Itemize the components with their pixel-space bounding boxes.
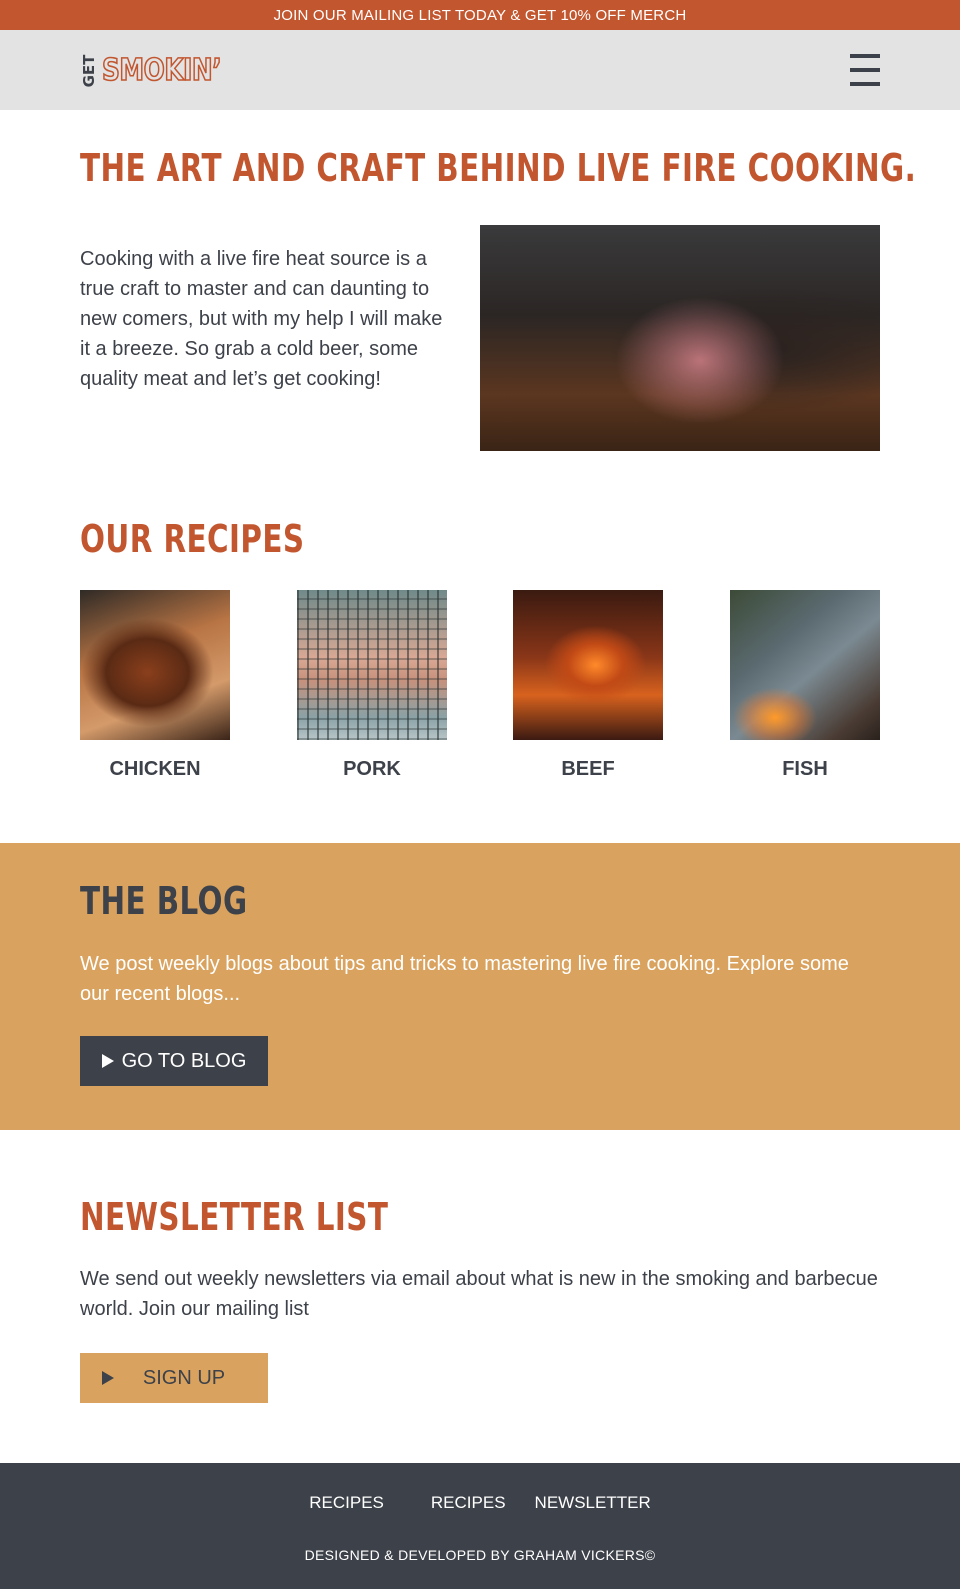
sign-up-button[interactable]: SIGN UP: [80, 1353, 268, 1403]
footer-nav: RECIPES RECIPES NEWSLETTER: [0, 1493, 960, 1513]
fish-image[interactable]: [730, 590, 880, 740]
sign-up-label: SIGN UP: [142, 1366, 226, 1389]
newsletter-description: We send out weekly newsletters via email…: [80, 1268, 878, 1320]
site-logo[interactable]: GET SMOKIN’: [80, 52, 232, 89]
beef-image[interactable]: [513, 590, 663, 740]
newsletter-heading: NEWSLETTER LIST: [80, 1195, 389, 1239]
brisket-hero-image: [480, 225, 880, 451]
play-icon: [102, 1371, 114, 1385]
recipe-label-chicken[interactable]: CHICKEN: [80, 758, 230, 781]
footer-link-recipes[interactable]: RECIPES: [309, 1493, 384, 1513]
go-to-blog-button[interactable]: GO TO BLOG: [80, 1036, 268, 1086]
chicken-image[interactable]: [80, 590, 230, 740]
hamburger-menu-icon[interactable]: [850, 54, 880, 86]
promo-banner[interactable]: JOIN OUR MAILING LIST TODAY & GET 10% OF…: [0, 0, 960, 30]
blog-section: THE BLOG We post weekly blogs about tips…: [0, 843, 960, 1130]
go-to-blog-label: GO TO BLOG: [121, 1049, 247, 1072]
recipes-heading: OUR RECIPES: [80, 517, 305, 561]
recipe-label-pork[interactable]: PORK: [297, 758, 447, 781]
footer-link-recipes-2[interactable]: RECIPES: [431, 1493, 506, 1513]
intro-text: Cooking with a live fire heat source is …: [80, 248, 443, 390]
recipe-card-pork[interactable]: PORK: [297, 590, 447, 781]
recipe-card-chicken[interactable]: CHICKEN: [80, 590, 230, 781]
promo-text: JOIN OUR MAILING LIST TODAY & GET 10% OF…: [273, 6, 687, 24]
site-footer: RECIPES RECIPES NEWSLETTER DESIGNED & DE…: [0, 1463, 960, 1589]
footer-credit: DESIGNED & DEVELOPED BY GRAHAM VICKERS©: [304, 1547, 656, 1563]
blog-heading: THE BLOG: [80, 879, 248, 923]
recipe-card-beef[interactable]: BEEF: [513, 590, 663, 781]
play-icon: [102, 1054, 114, 1068]
blog-description: We post weekly blogs about tips and tric…: [80, 953, 849, 1005]
pork-image[interactable]: [297, 590, 447, 740]
logo-smokin-text: SMOKIN’: [101, 52, 222, 89]
recipe-label-fish[interactable]: FISH: [730, 758, 880, 781]
recipe-card-fish[interactable]: FISH: [730, 590, 880, 781]
page-title: THE ART AND CRAFT BEHIND LIVE FIRE COOKI…: [80, 146, 917, 190]
footer-link-newsletter[interactable]: NEWSLETTER: [535, 1493, 651, 1513]
site-header: GET SMOKIN’: [0, 30, 960, 110]
recipe-label-beef[interactable]: BEEF: [513, 758, 663, 781]
